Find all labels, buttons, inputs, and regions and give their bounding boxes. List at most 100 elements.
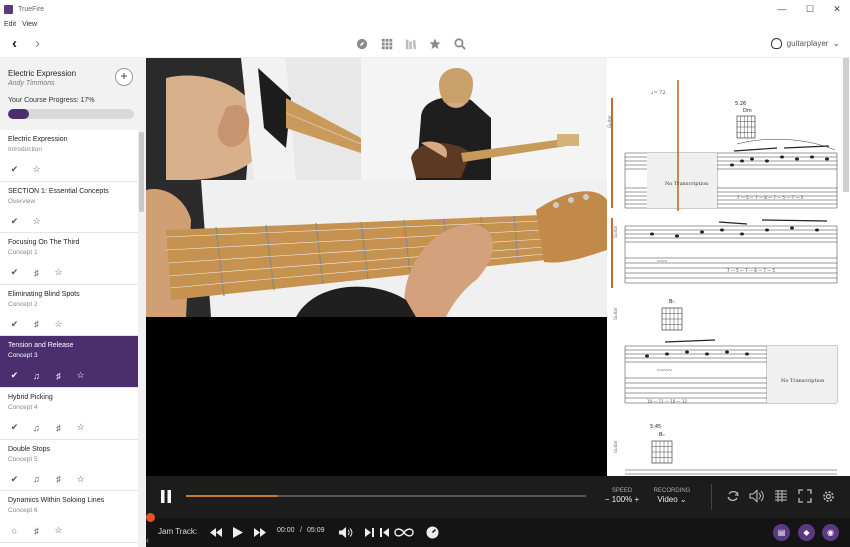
rewind-icon[interactable]: [210, 528, 222, 537]
music-note-icon: ♫: [33, 474, 40, 485]
course-progress-fill: [8, 109, 30, 119]
play-icon[interactable]: [233, 527, 243, 538]
chevron-down-icon: ⌄: [679, 495, 687, 504]
favorite-star-icon[interactable]: ☆: [30, 216, 43, 226]
lesson-icons: ✔ ♯ ☆: [8, 318, 65, 330]
lesson-title: Eliminating Blind Spots: [8, 290, 80, 298]
lesson-icons: ✔ ♫ ♯ ☆: [8, 370, 87, 381]
completed-check-icon: ✔: [10, 473, 19, 484]
lesson-item[interactable]: SECTION 1: Essential Concepts Overview ✔ ☆: [0, 182, 138, 234]
lesson-icons: ✔ ☆: [8, 164, 43, 175]
lesson-subtitle: Overview: [8, 197, 36, 205]
lesson-subtitle: Concept 1: [8, 249, 38, 257]
seek-bar[interactable]: [186, 495, 586, 497]
lesson-item[interactable]: Tension and Release Concept 3 ✔ ♫ ♯ ☆: [0, 336, 138, 388]
jam-time-total: 05:09: [307, 527, 325, 534]
settings-gear-icon[interactable]: [821, 489, 836, 504]
skip-next-icon[interactable]: [365, 528, 374, 537]
collapse-sidebar-chevron-icon[interactable]: ‹: [146, 535, 156, 547]
app-title: TrueFire: [18, 5, 45, 13]
lesson-item[interactable]: Electric Expression Introduction ✔ ☆: [0, 130, 138, 182]
speed-control[interactable]: SPEED − 100% +: [602, 488, 642, 504]
forward-button[interactable]: ›: [35, 36, 40, 52]
compass-icon[interactable]: [355, 38, 369, 50]
add-course-button[interactable]: +: [115, 68, 133, 86]
fullscreen-icon[interactable]: [798, 489, 812, 503]
pause-icon[interactable]: [160, 490, 172, 503]
infinite-loop-icon[interactable]: [394, 527, 414, 538]
lesson-icons: ✔ ♯ ☆: [8, 267, 65, 278]
tab-icon: ♯: [56, 474, 61, 485]
favorite-star-icon[interactable]: ☆: [52, 525, 65, 536]
lesson-subtitle: Concept 4: [8, 403, 38, 411]
recording-selector[interactable]: RECORDING Video ⌄: [649, 488, 695, 504]
favorite-star-icon[interactable]: ☆: [30, 164, 43, 175]
loop-icon[interactable]: [726, 489, 740, 503]
video-player[interactable]: [146, 58, 607, 476]
lesson-icons: ✔ ☆: [8, 216, 43, 226]
chord-name-1: Dm: [743, 108, 752, 114]
sidebar-scrollbar[interactable]: [138, 130, 146, 547]
eye-icon[interactable]: ◉: [822, 524, 839, 541]
completed-check-icon: ✔: [10, 318, 19, 329]
user-avatar-icon: [770, 38, 782, 49]
lesson-sidebar: Electric Expression Andy Timmons + Your …: [0, 58, 146, 547]
favorite-star-icon[interactable]: ☆: [74, 474, 87, 484]
minimize-button[interactable]: —: [769, 0, 795, 18]
document-icon[interactable]: ▤: [773, 524, 790, 541]
close-button[interactable]: ✕: [824, 0, 850, 18]
tempo-marking: ♩= 72: [651, 90, 666, 96]
lesson-subtitle: Concept 6: [8, 507, 38, 515]
back-button[interactable]: ‹: [12, 36, 17, 52]
sidebar-scroll-thumb[interactable]: [139, 132, 144, 212]
staff-label-1: Guitar: [607, 115, 612, 128]
favorite-star-icon[interactable]: ☆: [74, 422, 87, 433]
staff-label-3: Guitar: [613, 307, 618, 320]
lesson-item[interactable]: Hybrid Picking Concept 4 ✔ ♫ ♯ ☆: [0, 388, 138, 440]
volume-icon[interactable]: [749, 489, 764, 503]
user-menu[interactable]: guitarplayer ⌄: [770, 38, 840, 49]
lesson-item[interactable]: Dynamics Within Soloing Lines Concept 6 ○ ♯…: [0, 491, 138, 543]
completed-check-icon: ✔: [10, 164, 19, 175]
maximize-button[interactable]: ☐: [797, 0, 823, 18]
app-logo-icon: [4, 4, 13, 14]
lesson-icons: ✔ ♫ ♯ ☆: [8, 422, 87, 433]
jam-track-label: Jam Track:: [158, 527, 198, 536]
incomplete-circle-icon: ○: [11, 525, 18, 536]
shield-icon[interactable]: ◆: [798, 524, 815, 541]
divider: [711, 484, 712, 510]
menu-edit[interactable]: Edit: [4, 21, 16, 28]
lesson-item[interactable]: Eliminating Blind Spots Concept 2 ✔ ♯ ☆: [0, 285, 138, 337]
playback-bar: SPEED − 100% + RECORDING Video ⌄: [146, 476, 850, 518]
lesson-title: Double Stops: [8, 445, 51, 453]
svg-text:7 — 5 — 7 — 8 — 7 — 5 — 7 — 5: 7 — 5 — 7 — 8 — 7 — 5 — 7 — 5: [737, 195, 804, 200]
notation-panel[interactable]: ♩= 72 5:26 Dm Guitar No Transcription 7 …: [607, 58, 850, 476]
completed-check-icon: ✔: [10, 267, 19, 278]
favorite-star-icon[interactable]: ☆: [52, 319, 65, 329]
search-icon[interactable]: [453, 38, 467, 50]
fast-forward-icon[interactable]: [254, 528, 266, 537]
lesson-list: Electric Expression Introduction ✔ ☆ SECTION…: [0, 130, 138, 547]
menu-view[interactable]: View: [22, 21, 37, 28]
speed-increase-button[interactable]: +: [634, 495, 639, 504]
staff-label-2: Guitar: [613, 225, 618, 238]
favorite-star-icon[interactable]: ☆: [52, 267, 65, 278]
tempo-gauge-icon[interactable]: [426, 526, 439, 539]
notation-view-icon[interactable]: [774, 489, 788, 503]
skip-previous-icon[interactable]: [380, 528, 389, 537]
lesson-title: Hybrid Picking: [8, 393, 53, 401]
grid-icon[interactable]: [380, 38, 394, 50]
library-icon[interactable]: [404, 38, 418, 50]
speed-decrease-button[interactable]: −: [605, 495, 610, 504]
recording-value: Video: [657, 495, 678, 504]
jam-volume-icon[interactable]: [339, 527, 353, 538]
lesson-item[interactable]: Focusing On The Third Concept 1 ✔ ♯ ☆: [0, 233, 138, 285]
tab-icon: ♯: [34, 525, 39, 536]
tab-icon: ♯: [56, 422, 61, 433]
star-icon[interactable]: [428, 38, 442, 50]
lesson-item[interactable]: Double Stops Concept 5 ✔ ♫ ♯ ☆: [0, 440, 138, 492]
section-time-1: 5:26: [735, 101, 746, 107]
favorite-star-icon[interactable]: ☆: [74, 370, 87, 381]
jam-progress-handle[interactable]: [146, 513, 155, 522]
section-time-2: 5:45: [650, 424, 661, 430]
